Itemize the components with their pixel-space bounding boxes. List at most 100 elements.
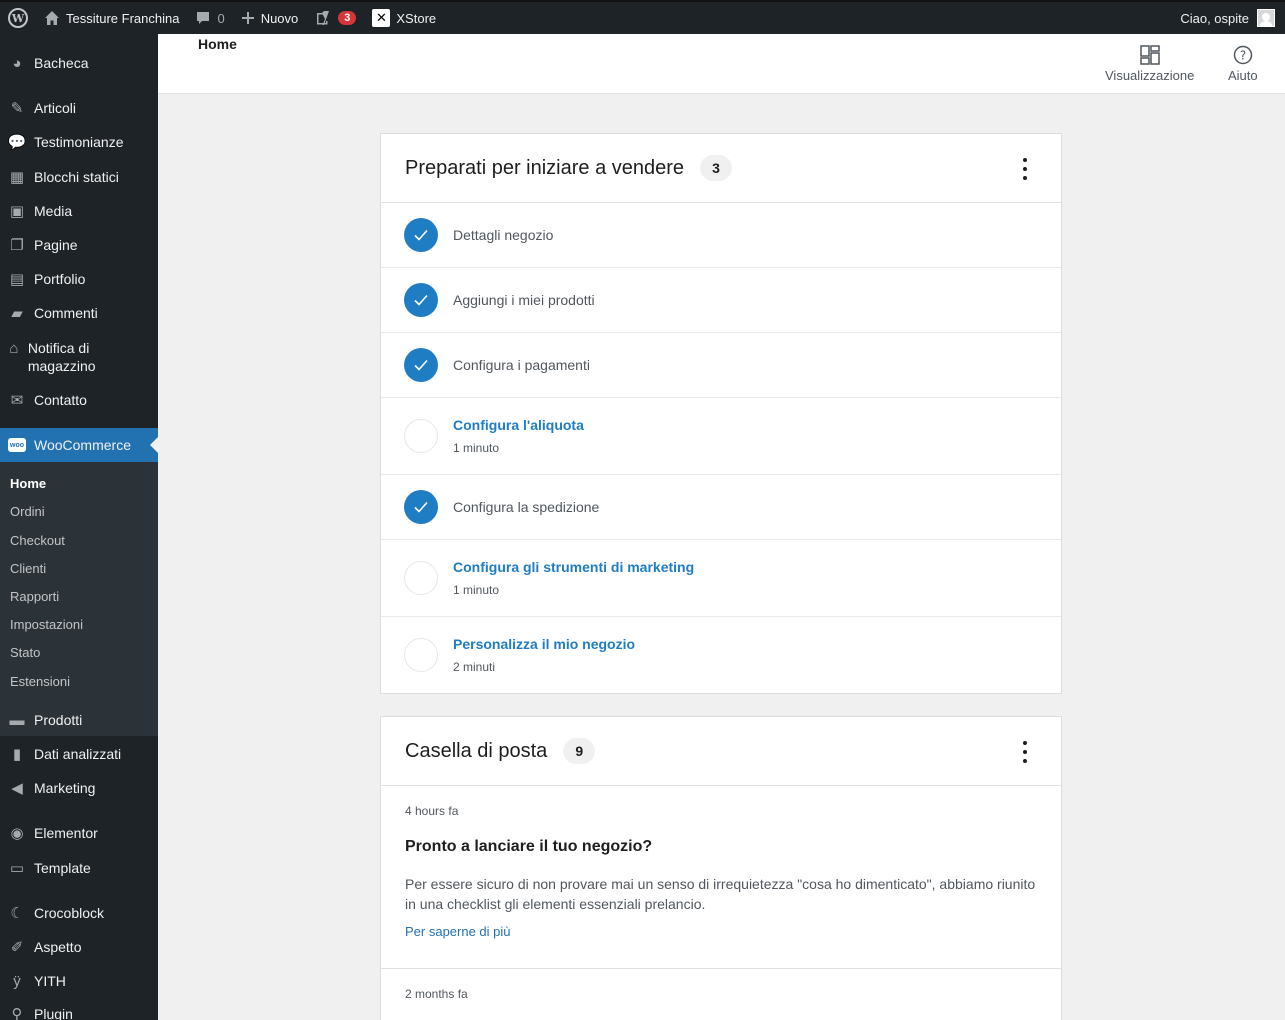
task-label: Dettagli negozio — [453, 227, 554, 243]
inbox-header: Casella di posta 9 — [381, 717, 1061, 786]
inbox-title: Casella di posta — [405, 739, 548, 762]
sidebar-item-commenti[interactable]: ▰ Commenti — [0, 304, 158, 322]
archive-icon: ▬ — [9, 711, 25, 729]
portfolio-icon: ▤ — [9, 271, 25, 288]
inbox-panel: Casella di posta 9 4 hours fa Pronto a l… — [380, 716, 1062, 1020]
sidebar-item-woocommerce[interactable]: woo WooCommerce — [0, 428, 158, 462]
layout-icon — [1139, 45, 1160, 65]
folder-icon: ▭ — [9, 860, 25, 877]
task-list-menu-button[interactable] — [1019, 158, 1031, 180]
site-name-link[interactable]: Tessiture Franchina — [36, 2, 187, 34]
dot-icon — [1023, 759, 1027, 763]
yith-icon: ÿ — [13, 972, 21, 990]
sidebar-item-articoli[interactable]: ✎ Articoli — [0, 99, 158, 117]
svg-text:?: ? — [1240, 49, 1246, 63]
wordpress-logo-icon: W — [8, 8, 28, 28]
task-item-strumenti-marketing[interactable]: Configura gli strumenti di marketing 1 m… — [381, 540, 1061, 617]
sidebar-item-media[interactable]: ▣ Media — [0, 202, 158, 220]
dot-icon — [1023, 167, 1027, 171]
note-body: Per essere sicuro di non provare mai un … — [405, 876, 1036, 912]
checkmark-icon — [404, 218, 438, 252]
note-date: 2 months fa — [405, 987, 468, 1001]
inbox-note: 2 months fa — [381, 969, 1061, 1020]
task-count-badge: 3 — [700, 155, 733, 181]
admin-bar: W Tessiture Franchina 0 Nuovo 3 ✕ XStore… — [0, 0, 1285, 34]
admin-sidebar: ◕ Bacheca ✎ Articoli 💬 Testimonianze ▦ B… — [0, 34, 158, 1020]
sidebar-item-aspetto[interactable]: ✐ Aspetto — [0, 938, 158, 956]
dot-icon — [1023, 158, 1027, 162]
sidebar-item-crocoblock[interactable]: ☾ Crocoblock — [0, 904, 158, 922]
pages-icon: ❐ — [10, 237, 24, 254]
setup-task-list: Preparati per iniziare a vendere 3 Detta… — [380, 133, 1062, 694]
submenu-stato[interactable]: Stato — [10, 645, 40, 660]
checkmark-icon — [404, 490, 438, 524]
comments-link[interactable]: 0 — [187, 2, 232, 34]
sidebar-item-blocchi-statici[interactable]: ▦ Blocchi statici — [0, 168, 158, 186]
task-item-configura-aliquota[interactable]: Configura l'aliquota 1 minuto — [381, 398, 1061, 475]
table-icon: ▦ — [9, 169, 25, 186]
task-label: Configura l'aliquota — [453, 417, 584, 433]
site-name: Tessiture Franchina — [66, 10, 180, 26]
sidebar-item-pagine[interactable]: ❐ Pagine — [0, 236, 158, 254]
home-icon — [45, 11, 59, 25]
comment-icon — [197, 12, 210, 24]
wordpress-menu[interactable]: W — [0, 2, 36, 34]
chat-icon: 💬 — [7, 134, 27, 151]
task-item-configura-pagamenti[interactable]: Configura i pagamenti — [381, 333, 1061, 398]
new-label: Nuovo — [260, 10, 299, 26]
note-date: 4 hours fa — [405, 804, 459, 818]
sidebar-item-bacheca[interactable]: ◕ Bacheca — [0, 54, 158, 72]
submenu-rapporti[interactable]: Rapporti — [10, 589, 59, 604]
account-menu[interactable]: Ciao, ospite — [1180, 9, 1285, 27]
mail-icon: ✉ — [10, 392, 24, 409]
task-time: 1 minuto — [453, 441, 500, 455]
inbox-menu-button[interactable] — [1019, 741, 1031, 763]
dot-icon — [1023, 741, 1027, 745]
woo-icon: woo — [7, 436, 27, 454]
submenu-estensioni[interactable]: Estensioni — [10, 674, 70, 689]
woocommerce-submenu: Home Ordini Checkout Clienti Rapporti Im… — [0, 462, 158, 736]
sidebar-item-elementor[interactable]: ◉ Elementor — [0, 824, 158, 842]
sidebar-item-portfolio[interactable]: ▤ Portfolio — [0, 270, 158, 288]
submenu-clienti[interactable]: Clienti — [10, 561, 46, 576]
sidebar-item-prodotti[interactable]: ▬ Prodotti — [0, 711, 158, 729]
sidebar-item-marketing[interactable]: ◀ Marketing — [0, 779, 158, 797]
media-icon: ▣ — [9, 203, 25, 220]
page-title: Home — [198, 36, 237, 52]
sidebar-item-contatto[interactable]: ✉ Contatto — [0, 391, 158, 409]
submenu-impostazioni[interactable]: Impostazioni — [10, 617, 83, 632]
task-item-personalizza-negozio[interactable]: Personalizza il mio negozio 2 minuti — [381, 617, 1061, 693]
task-time: 1 minuto — [453, 583, 500, 597]
display-options-button[interactable]: Visualizzazione — [1105, 44, 1194, 83]
yoast-icon — [317, 11, 330, 25]
sidebar-item-template[interactable]: ▭ Template — [0, 859, 158, 877]
sidebar-item-testimonianze[interactable]: 💬 Testimonianze — [0, 133, 158, 151]
woocommerce-header: Home Visualizzazione ? Aiuto — [158, 34, 1285, 94]
task-time: 2 minuti — [453, 660, 496, 674]
sidebar-item-plugin[interactable]: ⚲ Plugin — [0, 1005, 158, 1020]
greeting: Ciao, ospite — [1180, 10, 1249, 26]
comment-icon: ▰ — [11, 305, 23, 322]
task-item-configura-spedizione[interactable]: Configura la spedizione — [381, 475, 1061, 540]
task-label: Configura gli strumenti di marketing — [453, 559, 695, 575]
task-item-aggiungi-prodotti[interactable]: Aggiungi i miei prodotti — [381, 268, 1061, 333]
sidebar-item-dati-analizzati[interactable]: ▮ Dati analizzati — [0, 745, 158, 763]
inbox-count-badge: 9 — [563, 738, 596, 764]
submenu-ordini[interactable]: Ordini — [10, 504, 45, 519]
sidebar-item-notifica-magazzino[interactable]: ⌂ Notifica di magazzino — [0, 339, 120, 375]
xstore-label: XStore — [396, 10, 437, 26]
xstore-menu[interactable]: ✕ XStore — [364, 2, 444, 34]
yoast-menu[interactable]: 3 — [306, 2, 364, 34]
task-label: Personalizza il mio negozio — [453, 636, 636, 652]
inbox-note: 4 hours fa Pronto a lanciare il tuo nego… — [381, 786, 1061, 969]
task-item-dettagli-negozio[interactable]: Dettagli negozio — [381, 203, 1061, 268]
help-button[interactable]: ? Aiuto — [1228, 44, 1258, 83]
plus-icon — [241, 12, 254, 24]
submenu-checkout[interactable]: Checkout — [10, 533, 65, 548]
new-content-button[interactable]: Nuovo — [233, 2, 307, 34]
note-learn-more-link[interactable]: Per saperne di più — [405, 924, 511, 939]
sidebar-item-yith[interactable]: ÿ YITH — [0, 972, 158, 990]
submenu-home[interactable]: Home — [10, 476, 46, 491]
task-label: Configura la spedizione — [453, 499, 600, 515]
elementor-icon: ◉ — [10, 825, 24, 842]
